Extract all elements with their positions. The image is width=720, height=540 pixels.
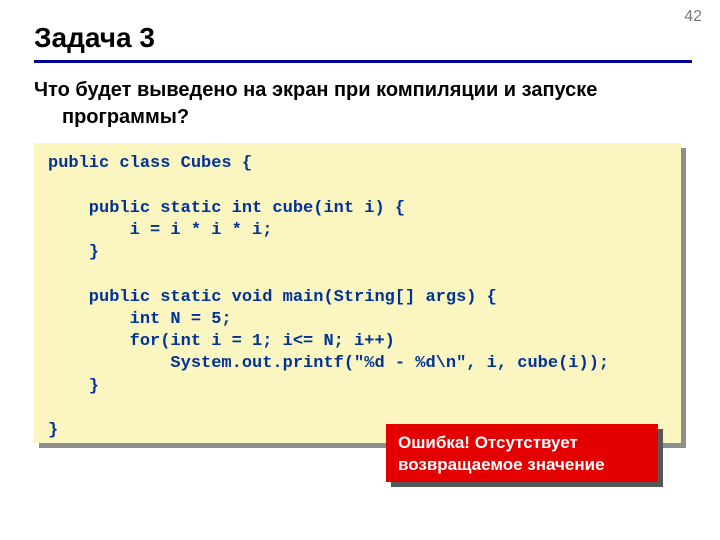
error-line-2: возвращаемое значение (398, 455, 605, 474)
error-box: Ошибка! Отсутствует возвращаемое значени… (386, 424, 658, 482)
question-text: Что будет выведено на экран при компиляц… (34, 77, 692, 131)
title-rule (34, 60, 692, 63)
code-block: public class Cubes { public static int c… (34, 143, 681, 443)
error-line-1: Ошибка! Отсутствует (398, 433, 578, 452)
question-line-1: Что будет выведено на экран при компиляц… (34, 79, 597, 101)
page-number: 42 (684, 8, 702, 26)
error-callout: Ошибка! Отсутствует возвращаемое значени… (386, 424, 658, 482)
slide: 42 Задача 3 Что будет выведено на экран … (0, 0, 720, 540)
question-line-2: программы? (34, 104, 692, 131)
code-box: public class Cubes { public static int c… (34, 143, 681, 443)
slide-title: Задача 3 (34, 22, 692, 54)
code-text: public class Cubes { public static int c… (48, 153, 667, 442)
